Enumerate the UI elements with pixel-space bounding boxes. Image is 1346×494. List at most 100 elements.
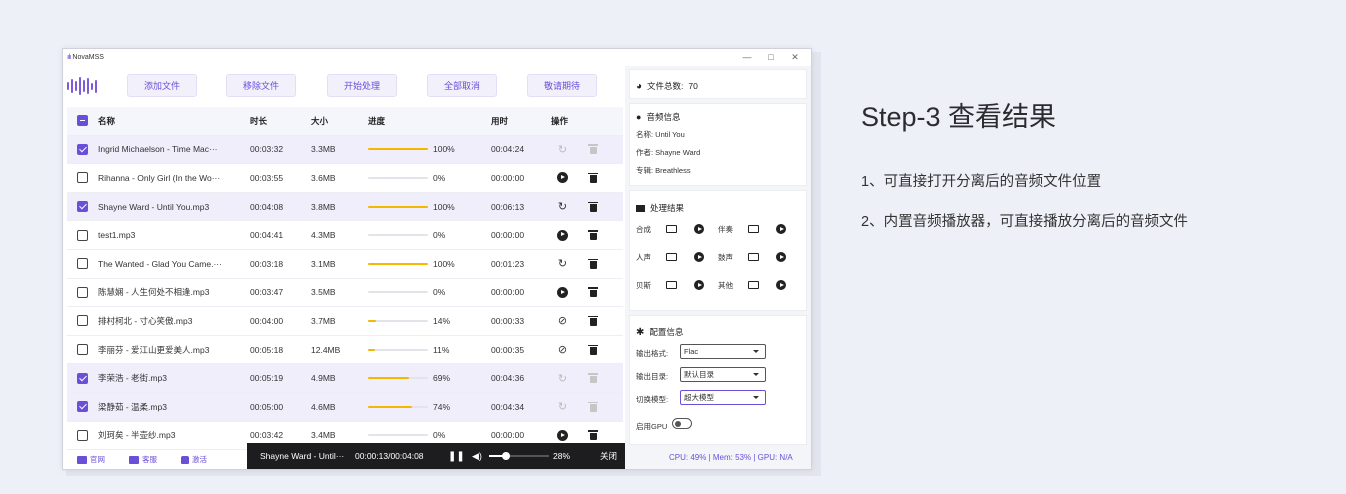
- row-checkbox[interactable]: [77, 286, 88, 298]
- remove-files-button[interactable]: 移除文件: [226, 74, 296, 97]
- output-format-select[interactable]: Flac: [680, 344, 766, 359]
- progress-bar: [368, 176, 428, 179]
- row-checkbox[interactable]: [77, 143, 88, 155]
- file-size: 3.3MB: [311, 144, 336, 155]
- maximize-button[interactable]: □: [759, 49, 783, 65]
- row-checkbox[interactable]: [77, 201, 88, 213]
- reload-icon[interactable]: ↻: [556, 257, 569, 270]
- folder-icon[interactable]: [666, 253, 677, 261]
- play-icon[interactable]: [776, 224, 786, 234]
- elapsed-time: 00:00:35: [491, 344, 525, 355]
- trash-icon[interactable]: [588, 430, 598, 441]
- table-row[interactable]: Rihanna - Only Girl (In the Wo··· 00:03:5…: [67, 164, 623, 193]
- trash-icon[interactable]: [588, 258, 598, 269]
- elapsed-time: 00:00:00: [491, 172, 525, 183]
- play-icon[interactable]: [776, 280, 786, 290]
- title-bar: ıılı NovaMSS — □ ✕: [63, 49, 811, 65]
- row-checkbox[interactable]: [77, 172, 88, 184]
- trash-icon[interactable]: [588, 201, 598, 212]
- play-icon[interactable]: [557, 286, 568, 298]
- folder-icon[interactable]: [748, 281, 759, 289]
- progress-bar: [368, 348, 428, 351]
- table-row[interactable]: 陈慧娴 - 人生何处不相逢.mp3 00:03:47 3.5MB 0% 00:00:00: [67, 279, 623, 308]
- row-checkbox[interactable]: [77, 229, 88, 241]
- cancel-all-button[interactable]: 全部取消: [427, 74, 497, 97]
- table-row[interactable]: Shayne Ward - Until You.mp3 00:04:08 3.8MB…: [67, 192, 623, 222]
- close-button[interactable]: ✕: [783, 49, 807, 65]
- add-files-button[interactable]: 添加文件: [127, 74, 197, 97]
- select-all-checkbox[interactable]: [77, 115, 88, 127]
- header-elapsed: 用时: [491, 115, 509, 126]
- progress-bar: [368, 319, 428, 322]
- support-label: 客服: [142, 455, 157, 464]
- table-row[interactable]: test1.mp3 00:04:41 4.3MB 0% 00:00:00: [67, 221, 623, 250]
- row-checkbox[interactable]: [77, 372, 88, 384]
- file-size: 3.4MB: [311, 430, 336, 441]
- row-checkbox[interactable]: [77, 315, 88, 327]
- trash-icon[interactable]: [588, 287, 598, 298]
- folder-icon[interactable]: [666, 225, 677, 233]
- folder-icon[interactable]: [748, 225, 759, 233]
- play-icon[interactable]: [776, 252, 786, 262]
- table-row[interactable]: 梁静茹 - 温柔.mp3 00:05:00 4.6MB 74% 00:04:34 ↻: [67, 393, 623, 422]
- row-checkbox[interactable]: [77, 344, 88, 356]
- start-processing-button[interactable]: 开始处理: [327, 74, 397, 97]
- cancel-icon[interactable]: ⊘: [556, 343, 569, 356]
- file-size: 4.3MB: [311, 230, 336, 241]
- play-icon[interactable]: [557, 429, 568, 441]
- table-row[interactable]: The Wanted - Glad You Came.··· 00:03:18 3.…: [67, 250, 623, 279]
- coming-soon-button[interactable]: 敬请期待: [527, 74, 597, 97]
- gpu-toggle[interactable]: [672, 418, 692, 429]
- result-title-text: 处理结果: [650, 203, 685, 213]
- reload-icon[interactable]: ↻: [556, 200, 569, 213]
- website-link[interactable]: 官网: [77, 454, 105, 465]
- result-label: 鼓声: [718, 253, 733, 262]
- result-title: 处理结果: [636, 202, 684, 214]
- support-link[interactable]: 客服: [129, 454, 157, 465]
- row-checkbox[interactable]: [77, 258, 88, 270]
- audio-album: 专辑: Breathless: [636, 166, 691, 175]
- file-duration: 00:04:08: [250, 201, 284, 212]
- play-icon[interactable]: [694, 280, 704, 290]
- play-icon[interactable]: [557, 172, 568, 184]
- row-checkbox[interactable]: [77, 429, 88, 441]
- config-card: ✱ 配置信息 输出格式: Flac 输出目录: 默认目录 切换模型: 超大模型 …: [629, 315, 807, 445]
- play-icon[interactable]: [557, 229, 568, 241]
- cancel-icon[interactable]: ⊘: [556, 314, 569, 327]
- output-dir-select[interactable]: 默认目录: [680, 367, 766, 382]
- website-label: 官网: [90, 455, 105, 464]
- folder-icon[interactable]: [666, 281, 677, 289]
- file-size: 3.8MB: [311, 201, 336, 212]
- play-icon[interactable]: [694, 252, 704, 262]
- trash-icon[interactable]: [588, 172, 598, 183]
- progress-bar: [368, 291, 428, 294]
- table-row[interactable]: 排村柯北 - 寸心笑傲.mp3 00:04:00 3.7MB 14% 00:00:33 ⊘: [67, 307, 623, 336]
- result-label: 合成: [636, 225, 651, 234]
- model-label: 切换模型:: [636, 395, 669, 404]
- app-window: ıılı NovaMSS — □ ✕ 添加文件 移除文件 开始处理 全部取消 敬…: [62, 48, 812, 470]
- trash-icon[interactable]: [588, 315, 598, 326]
- minimize-button[interactable]: —: [735, 49, 759, 65]
- activate-link[interactable]: 激活: [181, 454, 207, 465]
- output-dir-label: 输出目录:: [636, 372, 669, 381]
- file-count-value: 70: [688, 81, 698, 91]
- file-name: Ingrid Michaelson - Time Mac···: [98, 144, 218, 155]
- table-row[interactable]: 李荣浩 - 老街.mp3 00:05:19 4.9MB 69% 00:04:36 ↻: [67, 364, 623, 393]
- elapsed-time: 00:04:36: [491, 373, 525, 384]
- file-duration: 00:03:55: [250, 172, 284, 183]
- model-select[interactable]: 超大模型: [680, 390, 766, 405]
- play-icon[interactable]: [694, 224, 704, 234]
- step-title: Step-3 查看结果: [861, 102, 1057, 132]
- progress-percent: 100%: [433, 258, 455, 269]
- folder-icon[interactable]: [748, 253, 759, 261]
- row-checkbox[interactable]: [77, 401, 88, 413]
- table-row[interactable]: Ingrid Michaelson - Time Mac··· 00:03:32 3…: [67, 135, 623, 165]
- trash-icon[interactable]: [588, 344, 598, 355]
- table-row[interactable]: 李丽芬 - 爱江山更爱美人.mp3 00:05:18 12.4MB 11% 00:00:…: [67, 336, 623, 365]
- info-icon: ●: [636, 112, 642, 122]
- progress-percent: 69%: [433, 373, 451, 384]
- file-duration: 00:04:41: [250, 230, 284, 241]
- file-name: 李丽芬 - 爱江山更爱美人.mp3: [98, 344, 210, 355]
- trash-icon[interactable]: [588, 230, 598, 241]
- elapsed-time: 00:06:13: [491, 201, 525, 212]
